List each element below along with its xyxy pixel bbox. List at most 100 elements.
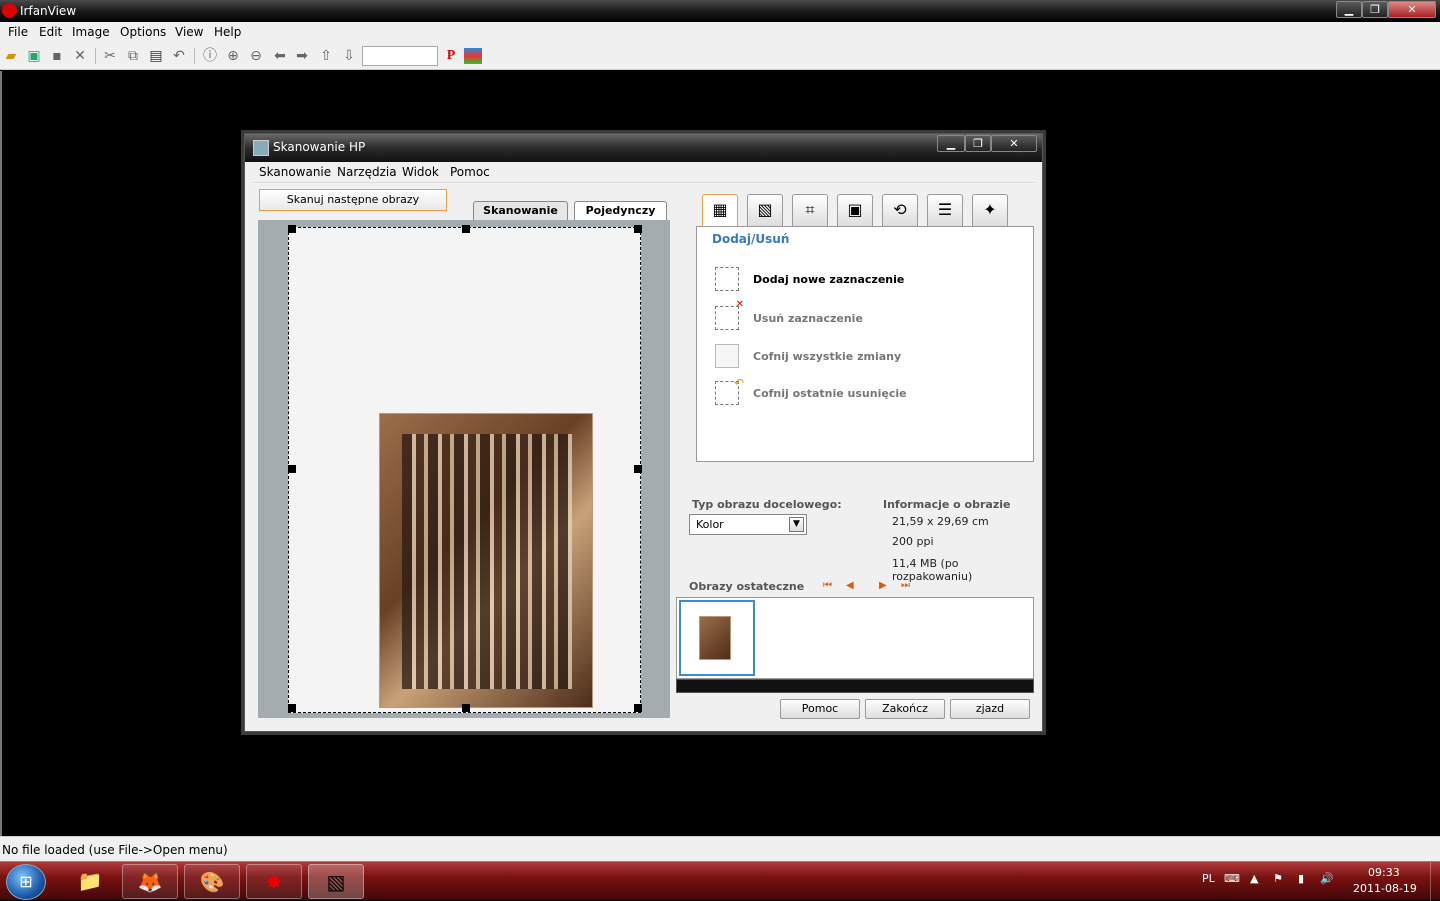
dialog-menu-pomoc[interactable]: Pomoc — [444, 165, 496, 179]
menu-help[interactable]: Help — [210, 24, 245, 40]
crop-icon[interactable]: ⌗ — [792, 194, 828, 226]
next-icon[interactable]: ▶ — [879, 580, 887, 591]
dialog-close-button[interactable]: ✕ — [991, 135, 1037, 152]
status-text: No file loaded (use File->Open menu) — [2, 843, 228, 857]
selection-handle[interactable] — [462, 704, 470, 712]
undo-all-label: Cofnij wszystkie zmiany — [753, 350, 902, 363]
paste-icon[interactable]: ▤ — [146, 46, 166, 66]
help-button[interactable]: Pomoc — [780, 699, 860, 719]
toolbar-input[interactable] — [362, 46, 438, 66]
keyboard-icon[interactable]: ⌨ — [1224, 872, 1240, 885]
dialog-minimize-button[interactable]: ▁ — [937, 135, 965, 152]
volume-icon[interactable]: 🔊 — [1320, 872, 1334, 885]
zoom-out-icon[interactable]: ⊖ — [246, 46, 266, 66]
finish-button[interactable]: Zakończ — [865, 699, 945, 719]
rotate-icon[interactable]: ⟲ — [882, 194, 918, 226]
info-icon[interactable]: ⓘ — [200, 46, 220, 66]
save-icon[interactable]: ▪ — [47, 46, 67, 66]
hp-scan-dialog: Skanowanie HP ▁ ❐ ✕ Skanowanie Narzędzia… — [244, 133, 1043, 732]
scan-button[interactable]: zjazd — [950, 699, 1030, 719]
show-hidden-icon[interactable]: ▲ — [1250, 872, 1258, 885]
dialog-menu-widok[interactable]: Widok — [396, 165, 445, 179]
selection-handle[interactable] — [634, 704, 642, 712]
scanned-photo — [379, 413, 593, 708]
image-tool-icon[interactable]: ▧ — [747, 194, 783, 226]
undo-all-icon — [715, 344, 739, 368]
scan-next-button[interactable]: Skanuj następne obrazy — [259, 189, 447, 211]
irfanview-icon — [2, 3, 17, 18]
menu-options[interactable]: Options — [116, 24, 170, 40]
dialog-menu-narzedzia[interactable]: Narzędzia — [331, 165, 403, 179]
menubar: File Edit Image Options View Help — [0, 22, 1440, 42]
prev-icon[interactable]: ⬅ — [270, 46, 290, 66]
remove-selection-label: Usuń zaznaczenie — [753, 312, 863, 325]
panel-title: Dodaj/Usuń — [712, 232, 790, 246]
slideshow-icon[interactable]: ▣ — [24, 46, 44, 66]
clock-date[interactable]: 2011-08-19 — [1353, 882, 1417, 895]
explorer-icon[interactable]: 📁 — [62, 864, 118, 899]
selection-handle[interactable] — [462, 225, 470, 233]
first-icon[interactable]: ⏮ — [823, 580, 832, 591]
scrollbar[interactable] — [676, 679, 1034, 693]
copy-icon[interactable]: ⧉ — [123, 46, 143, 66]
selection-handle[interactable] — [634, 225, 642, 233]
scan-selection[interactable] — [288, 227, 641, 713]
next-icon[interactable]: ➡ — [292, 46, 312, 66]
final-images-label: Obrazy ostateczne — [689, 580, 805, 593]
thumbnail[interactable] — [679, 600, 755, 676]
paint-icon[interactable]: 🎨 — [184, 864, 240, 899]
minimize-button[interactable]: ▁ — [1336, 1, 1362, 18]
toolbar-separator — [194, 48, 195, 64]
dialog-menu-skanowanie[interactable]: Skanowanie — [253, 165, 337, 179]
open-icon[interactable]: ▰ — [1, 46, 21, 66]
flag-icon[interactable]: ⚑ — [1273, 872, 1283, 885]
app-title: IrfanView — [20, 4, 77, 18]
selection-handle[interactable] — [634, 465, 642, 473]
color-icon[interactable] — [464, 48, 482, 64]
network-icon[interactable]: ▮ — [1298, 872, 1304, 885]
selection-handle[interactable] — [288, 704, 296, 712]
tab-single-image[interactable]: Pojedynczy ob... — [574, 201, 667, 235]
selection-handle[interactable] — [288, 225, 296, 233]
cut-icon[interactable]: ✂ — [100, 46, 120, 66]
menu-image[interactable]: Image — [68, 24, 114, 40]
undo-delete-icon: ↶ — [715, 376, 744, 405]
add-remove-tool-icon[interactable]: ▦ — [702, 194, 738, 226]
taskbar: ⊞ 📁 🦊 🎨 ✸ ▧ PL ⌨ ▲ ⚑ ▮ 🔊 09:33 2011-08-1… — [0, 861, 1440, 901]
last-icon[interactable]: ⏭ — [901, 580, 910, 591]
show-desktop-button[interactable] — [1430, 862, 1440, 901]
paint-icon[interactable]: P — [441, 46, 461, 66]
prev-icon[interactable]: ◀ — [846, 580, 854, 591]
target-type-value: Kolor — [696, 518, 724, 531]
clock-time[interactable]: 09:33 — [1368, 866, 1400, 879]
image-info-label: Informacje o obrazie — [883, 498, 1011, 511]
picture-icon[interactable]: ▣ — [837, 194, 873, 226]
close-button[interactable]: ✕ — [1388, 1, 1436, 18]
app-titlebar: IrfanView ▁ ❐ ✕ — [0, 0, 1440, 22]
menu-edit[interactable]: Edit — [35, 24, 66, 40]
tool-panel: Dodaj/Usuń Dodaj nowe zaznaczenie ✕ Usuń… — [696, 226, 1034, 462]
menu-view[interactable]: View — [171, 24, 207, 40]
selection-handle[interactable] — [288, 465, 296, 473]
delete-icon[interactable]: ✕ — [70, 46, 90, 66]
toolbar: ▰ ▣ ▪ ✕ ✂ ⧉ ▤ ↶ ⓘ ⊕ ⊖ ⬅ ➡ ⇧ ⇩ P — [0, 42, 1440, 70]
scan-preview — [258, 220, 670, 718]
irfanview-task-icon[interactable]: ✸ — [246, 864, 302, 899]
hp-scan-task-icon[interactable]: ▧ — [308, 864, 364, 899]
zoom-in-icon[interactable]: ⊕ — [223, 46, 243, 66]
undo-icon[interactable]: ↶ — [169, 46, 189, 66]
start-button[interactable]: ⊞ — [6, 864, 46, 900]
firefox-icon[interactable]: 🦊 — [122, 864, 178, 899]
final-images-strip — [676, 597, 1034, 679]
language-indicator[interactable]: PL — [1202, 872, 1215, 885]
maximize-button[interactable]: ❐ — [1362, 1, 1388, 18]
adjust-icon[interactable]: ☰ — [927, 194, 963, 226]
upload-icon[interactable]: ⇧ — [316, 46, 336, 66]
dialog-maximize-button[interactable]: ❐ — [965, 135, 991, 152]
menu-file[interactable]: File — [4, 24, 32, 40]
download-icon[interactable]: ⇩ — [339, 46, 359, 66]
dialog-menubar: Skanowanie Narzędzia Widok Pomoc — [253, 163, 1035, 183]
magic-icon[interactable]: ✦ — [972, 194, 1008, 226]
tab-scan-original[interactable]: Skanowanie or... — [473, 201, 568, 235]
target-type-select[interactable]: Kolor ▼ — [689, 514, 807, 535]
